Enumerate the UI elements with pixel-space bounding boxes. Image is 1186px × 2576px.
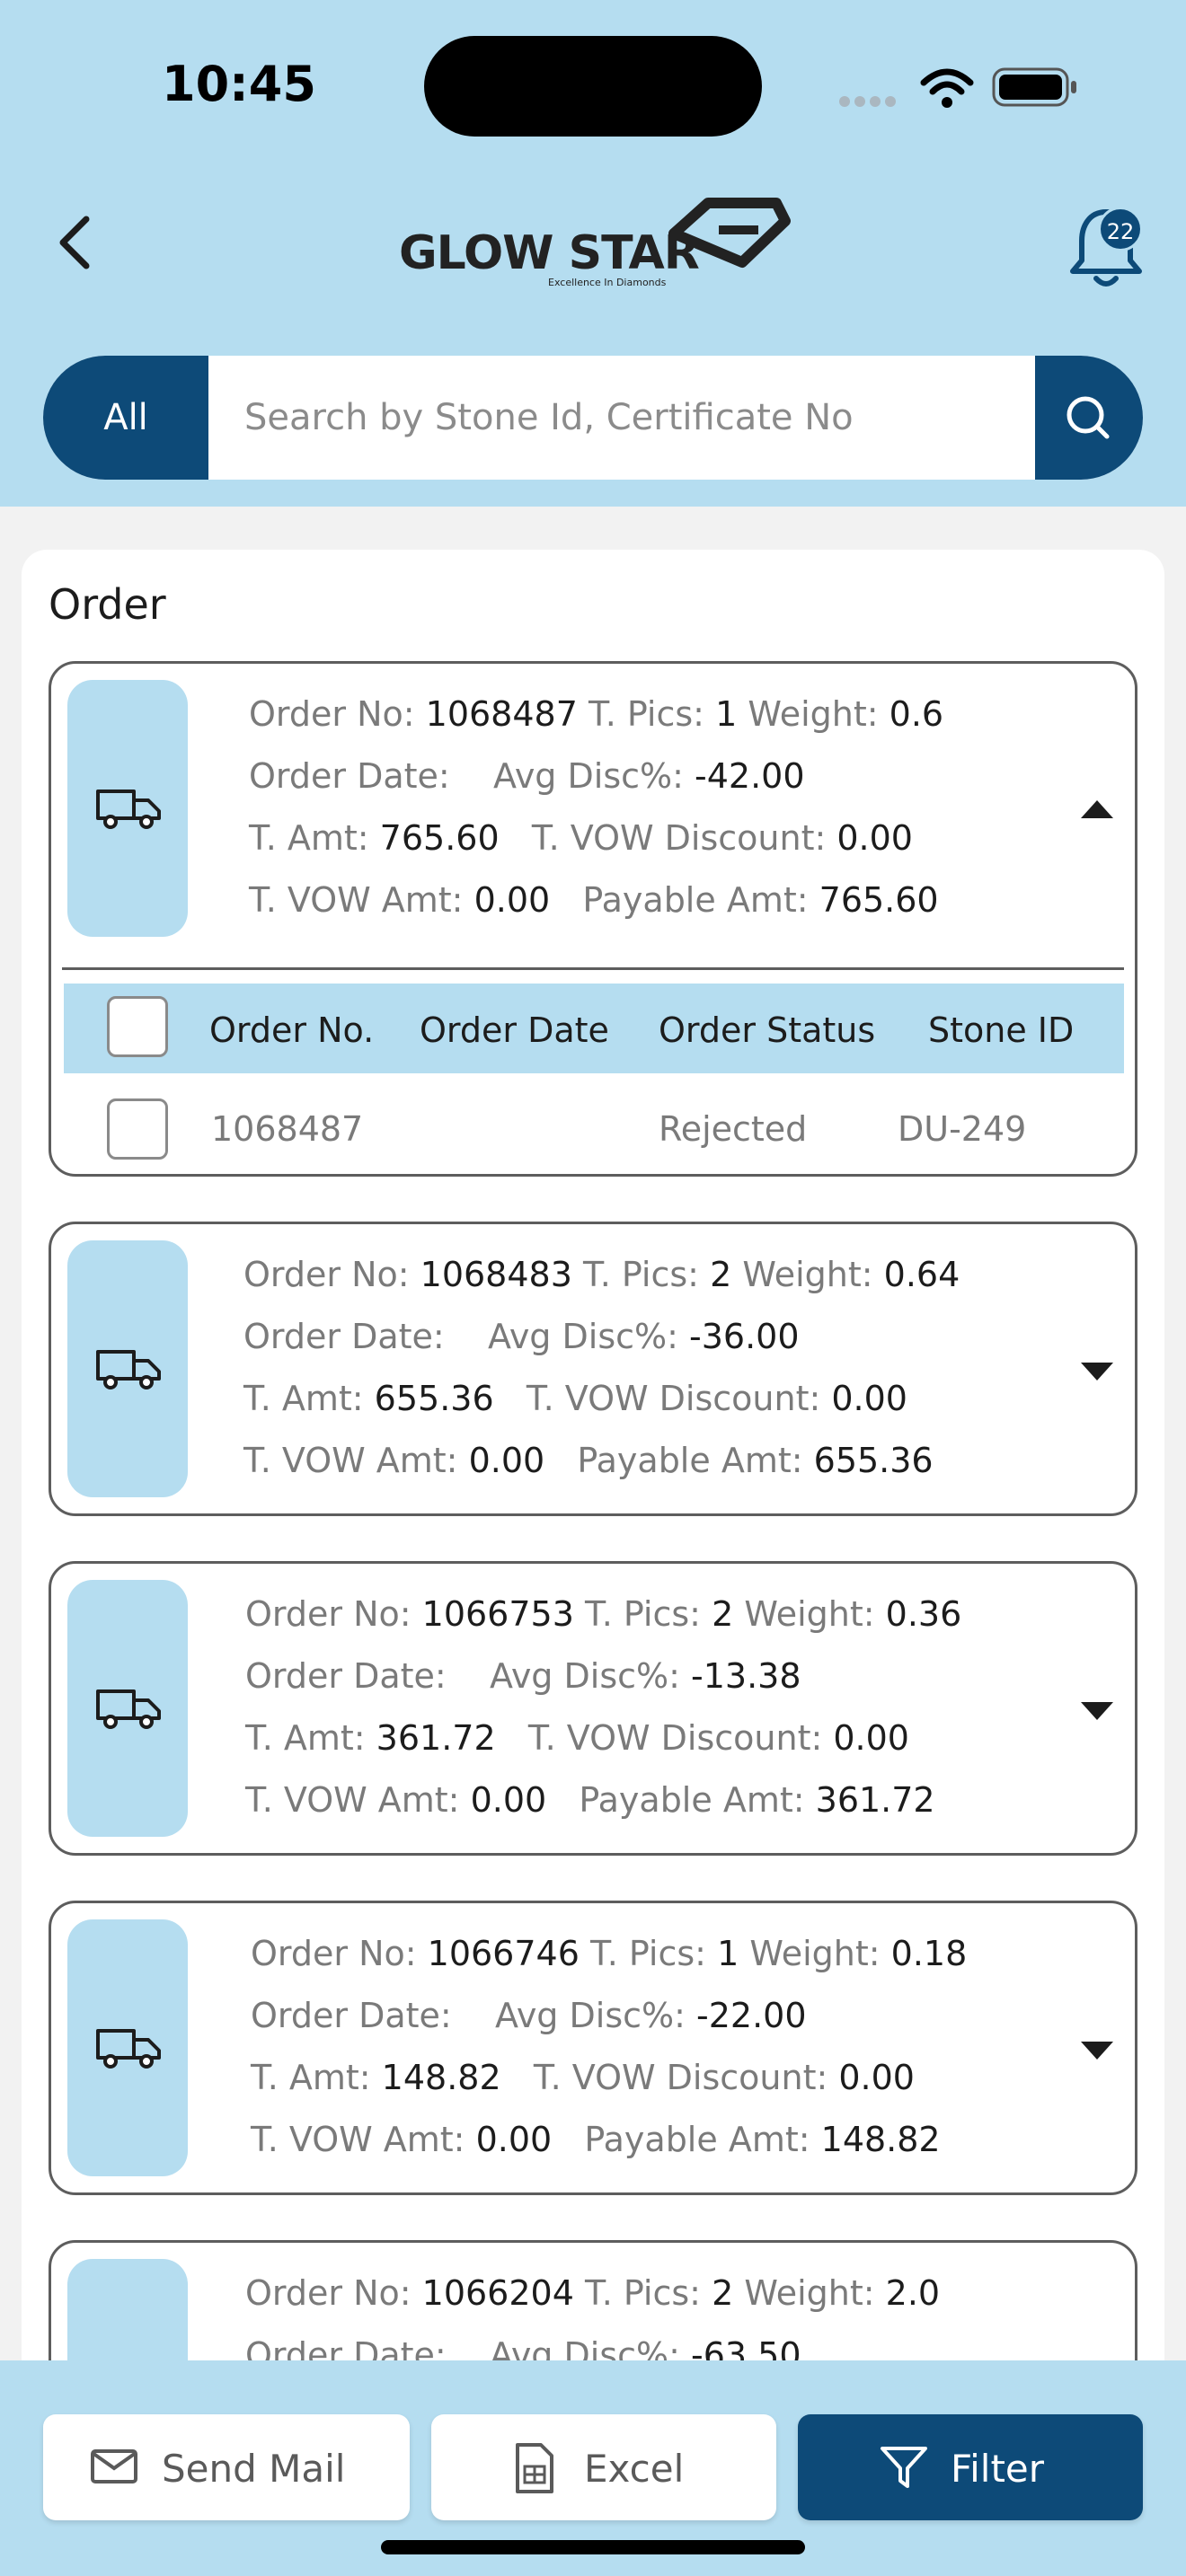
card-divider [62,967,1124,970]
search-button[interactable] [1035,356,1143,480]
order-card[interactable]: Order No: 1068487 T. Pics: 1 Weight: 0.6… [49,661,1137,1177]
truck-icon [96,2029,161,2069]
excel-button[interactable]: Excel [431,2414,776,2520]
status-time: 10:45 [162,56,316,112]
order-summary-line-4: T. VOW Amt: 0.00 Payable Amt: 765.60 [249,880,939,920]
row-order-no: 1068487 [211,1109,364,1149]
collapse-caret-icon[interactable] [1079,798,1115,820]
expand-caret-icon[interactable] [1079,1361,1115,1382]
column-order-status: Order Status [659,1010,876,1050]
expand-caret-icon[interactable] [1079,1700,1115,1722]
spreadsheet-icon [516,2443,553,2493]
notification-badge: 22 [1098,207,1143,251]
cellular-signal-icon [839,93,902,107]
order-summary-line-1: Order No: 1066204 T. Pics: 2 Weight: 2.0 [245,2273,941,2313]
send-mail-label: Send Mail [162,2447,346,2491]
order-summary-line-4: T. VOW Amt: 0.00 Payable Amt: 148.82 [251,2120,941,2159]
expand-caret-icon[interactable] [1079,2040,1115,2061]
order-summary-line-3: T. Amt: 148.82 T. VOW Discount: 0.00 [251,2058,915,2097]
row-stone-id: DU-249 [898,1109,1027,1149]
column-order-date: Order Date [420,1010,609,1050]
order-summary-line-4: T. VOW Amt: 0.00 Payable Amt: 655.36 [243,1441,934,1480]
home-indicator [381,2540,805,2554]
order-thumbnail [67,1240,188,1497]
order-summary-line-1: Order No: 1066753 T. Pics: 2 Weight: 0.3… [245,1594,962,1634]
order-summary-line-1: Order No: 1068487 T. Pics: 1 Weight: 0.6 [249,694,944,734]
truck-icon [96,1689,161,1729]
detail-table-header: Order No. Order Date Order Status Stone … [64,984,1124,1073]
search-scope-button[interactable]: All [43,356,208,480]
filter-icon [881,2447,927,2488]
order-card[interactable]: Order No: 1066746 T. Pics: 1 Weight: 0.1… [49,1901,1137,2195]
excel-label: Excel [584,2447,685,2491]
filter-label: Filter [951,2447,1045,2491]
diamond-icon [668,198,791,268]
column-stone-id: Stone ID [928,1010,1075,1050]
order-thumbnail [67,1580,188,1837]
order-summary-line-2: Order Date: Avg Disc%: -22.00 [251,1996,807,2035]
wifi-icon [920,68,974,108]
search-bar: All [43,356,1143,480]
select-all-checkbox[interactable] [107,996,168,1057]
order-thumbnail [67,1919,188,2176]
back-button[interactable] [45,207,108,278]
section-title: Order [49,580,166,629]
order-thumbnail [67,680,188,937]
brand-logo: GLOW STAR Excellence In Diamonds [399,194,794,293]
search-icon [1067,396,1110,439]
search-input[interactable] [208,356,1035,480]
order-summary-line-2: Order Date: Avg Disc%: -42.00 [249,756,805,796]
truck-icon [96,790,161,829]
row-order-status: Rejected [659,1109,808,1149]
order-summary-line-1: Order No: 1068483 T. Pics: 2 Weight: 0.6… [243,1255,960,1294]
order-card[interactable]: Order No: 1066753 T. Pics: 2 Weight: 0.3… [49,1561,1137,1856]
order-summary-line-3: T. Amt: 655.36 T. VOW Discount: 0.00 [243,1379,907,1418]
dynamic-island [424,36,762,137]
battery-icon [992,67,1076,107]
order-card[interactable]: Order No: 1068483 T. Pics: 2 Weight: 0.6… [49,1222,1137,1516]
order-summary-line-2: Order Date: Avg Disc%: -36.00 [243,1317,800,1356]
order-summary-line-2: Order Date: Avg Disc%: -13.38 [245,1656,801,1696]
order-summary-line-3: T. Amt: 765.60 T. VOW Discount: 0.00 [249,818,913,858]
column-order-no: Order No. [209,1010,375,1050]
send-mail-button[interactable]: Send Mail [43,2414,410,2520]
order-summary-line-1: Order No: 1066746 T. Pics: 1 Weight: 0.1… [251,1934,968,1973]
order-summary-line-3: T. Amt: 361.72 T. VOW Discount: 0.00 [245,1718,909,1758]
order-summary-line-4: T. VOW Amt: 0.00 Payable Amt: 361.72 [245,1780,935,1820]
row-checkbox[interactable] [107,1098,168,1160]
mail-icon [91,2449,137,2483]
filter-button[interactable]: Filter [798,2414,1143,2520]
truck-icon [96,1350,161,1389]
